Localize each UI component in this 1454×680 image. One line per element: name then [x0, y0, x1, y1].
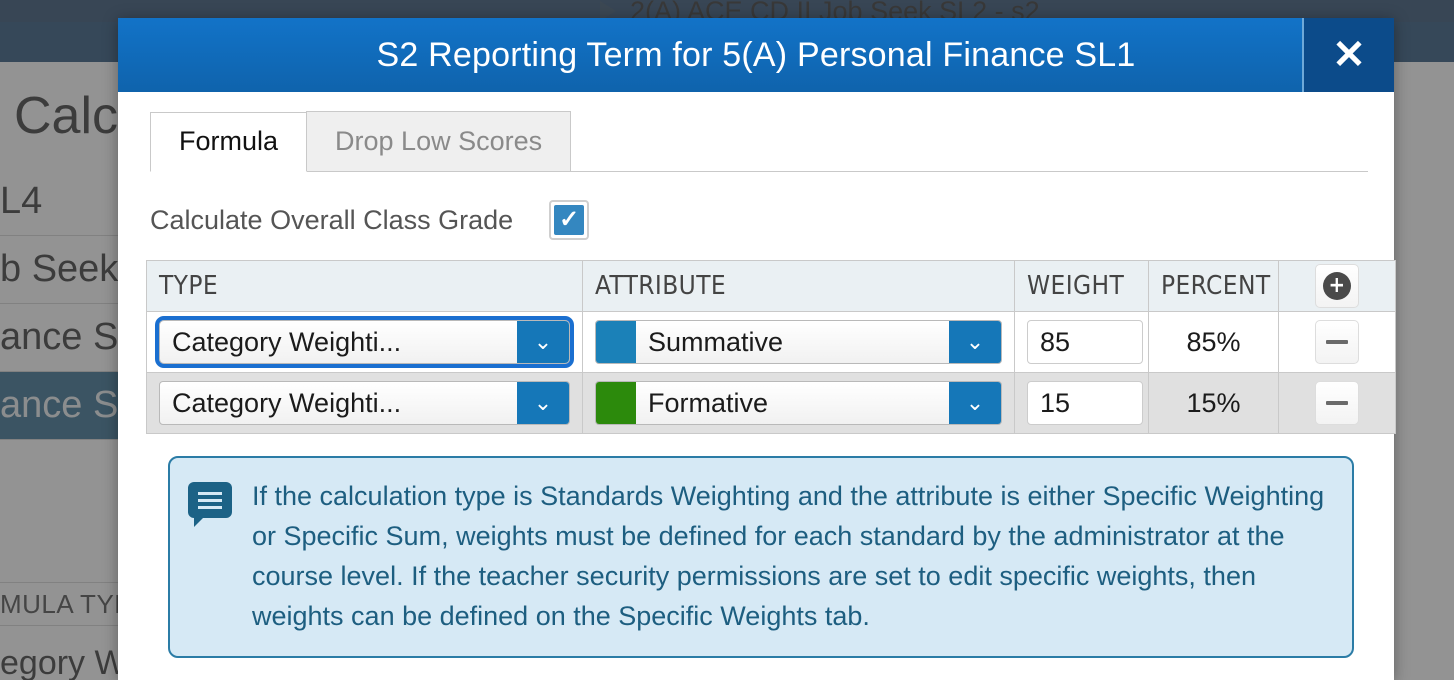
formula-table: TYPE ATTRIBUTE WEIGHT PERCENT + Category… — [146, 260, 1396, 434]
minus-icon — [1326, 401, 1348, 405]
message-line — [198, 506, 222, 509]
chevron-down-icon: ⌄ — [517, 321, 569, 363]
dialog-title: S2 Reporting Term for 5(A) Personal Fina… — [118, 36, 1302, 75]
chevron-down-icon: ⌄ — [949, 321, 1001, 363]
column-header-type: TYPE — [147, 261, 583, 311]
remove-row-button[interactable] — [1315, 381, 1359, 425]
message-line — [198, 492, 222, 495]
tab-drop-low-scores[interactable]: Drop Low Scores — [306, 111, 571, 171]
cell-weight — [1015, 372, 1149, 433]
message-line — [198, 499, 222, 502]
cell-actions — [1279, 372, 1395, 433]
cell-type: Category Weighti... ⌄ — [147, 311, 583, 372]
info-banner-text: If the calculation type is Standards Wei… — [252, 476, 1330, 636]
attribute-select[interactable]: Summative ⌄ — [595, 320, 1002, 364]
type-select-value: Category Weighti... — [160, 321, 517, 363]
cell-attribute: Summative ⌄ — [583, 311, 1015, 372]
add-row-button[interactable]: + — [1315, 264, 1359, 308]
chevron-down-icon: ⌄ — [517, 382, 569, 424]
column-header-percent: PERCENT — [1149, 261, 1279, 311]
calculate-overall-row: Calculate Overall Class Grade ✓ — [150, 198, 1374, 242]
type-select[interactable]: Category Weighti... ⌄ — [159, 320, 570, 364]
cell-attribute: Formative ⌄ — [583, 372, 1015, 433]
tab-bar: Formula Drop Low Scores — [150, 112, 1368, 172]
screen: 2(A) ACE CD II Job Seek SL2 - s2 Calc L4… — [0, 0, 1454, 680]
percent-value: 85% — [1161, 327, 1266, 358]
weight-input[interactable] — [1027, 381, 1143, 425]
attribute-select[interactable]: Formative ⌄ — [595, 381, 1002, 425]
close-icon[interactable]: ✕ — [1302, 18, 1394, 92]
chevron-down-icon: ⌄ — [949, 382, 1001, 424]
table-row: Category Weighti... ⌄ Formative ⌄ — [147, 372, 1395, 433]
column-header-weight: WEIGHT — [1015, 261, 1149, 311]
cell-weight — [1015, 311, 1149, 372]
cell-actions — [1279, 311, 1395, 372]
reporting-term-dialog: S2 Reporting Term for 5(A) Personal Fina… — [118, 18, 1394, 680]
minus-icon — [1326, 340, 1348, 344]
type-select[interactable]: Category Weighti... ⌄ — [159, 381, 570, 425]
calculate-overall-label: Calculate Overall Class Grade — [150, 205, 513, 236]
cell-percent: 15% — [1149, 372, 1279, 433]
remove-row-button[interactable] — [1315, 320, 1359, 364]
attribute-color-swatch — [596, 321, 636, 363]
dialog-titlebar: S2 Reporting Term for 5(A) Personal Fina… — [118, 18, 1394, 92]
message-icon — [188, 482, 232, 522]
checkbox-fill: ✓ — [554, 205, 584, 235]
dialog-body: Formula Drop Low Scores Calculate Overal… — [118, 92, 1394, 680]
cell-percent: 85% — [1149, 311, 1279, 372]
plus-icon: + — [1323, 272, 1351, 300]
percent-value: 15% — [1161, 388, 1266, 419]
modal-backdrop-top — [0, 0, 1454, 18]
attribute-color-swatch — [596, 382, 636, 424]
table-header-row: TYPE ATTRIBUTE WEIGHT PERCENT + — [147, 261, 1395, 311]
message-bubble — [188, 482, 232, 518]
column-header-attribute: ATTRIBUTE — [583, 261, 1015, 311]
weight-input[interactable] — [1027, 320, 1143, 364]
check-icon: ✓ — [559, 208, 579, 232]
type-select-value: Category Weighti... — [160, 382, 517, 424]
cell-type: Category Weighti... ⌄ — [147, 372, 583, 433]
column-header-actions: + — [1279, 261, 1395, 311]
message-tail — [194, 517, 204, 527]
tab-formula[interactable]: Formula — [150, 112, 307, 172]
attribute-select-value: Summative — [636, 321, 949, 363]
table-row: Category Weighti... ⌄ Summative ⌄ — [147, 311, 1395, 372]
attribute-select-value: Formative — [636, 382, 949, 424]
calculate-overall-checkbox[interactable]: ✓ — [549, 200, 589, 240]
info-banner: If the calculation type is Standards Wei… — [168, 456, 1354, 658]
